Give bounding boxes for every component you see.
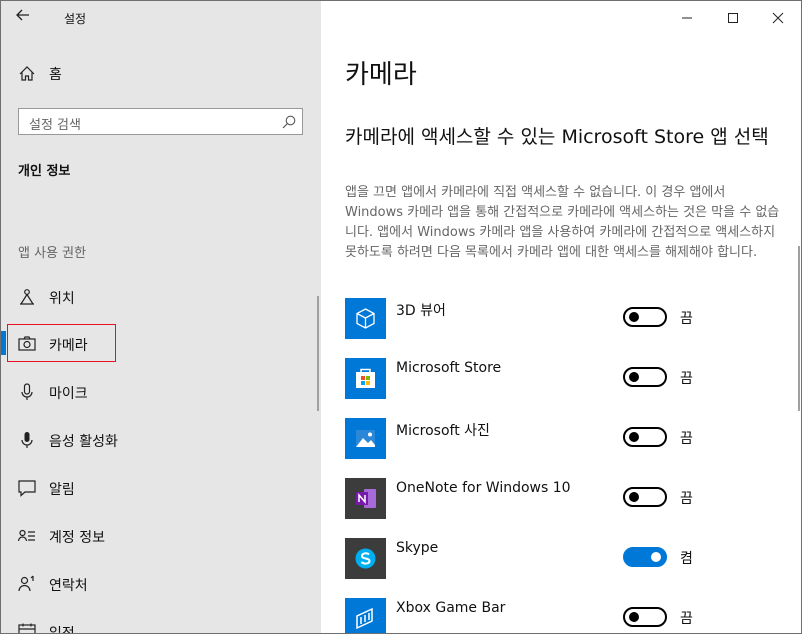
app-row-3d-viewer: 3D 뷰어 끔 (345, 298, 785, 340)
voice-activation-icon (21, 432, 33, 448)
location-icon (20, 289, 34, 305)
sidebar-item-home[interactable]: 홈 (1, 54, 321, 94)
toggle-knob (629, 612, 639, 622)
search-input[interactable]: 설정 검색 (18, 108, 303, 135)
sidebar-item-voice-activation[interactable]: 음성 활성화 (1, 420, 321, 460)
skype-icon (345, 538, 386, 579)
maximize-icon (728, 13, 738, 23)
app-name: Xbox Game Bar (396, 600, 506, 616)
search-placeholder: 설정 검색 (29, 118, 81, 133)
toggle-state-label: 끔 (680, 491, 693, 507)
toggle-knob (629, 312, 639, 322)
app-row-onenote: OneNote for Windows 10 끔 (345, 478, 785, 520)
app-toggle[interactable] (623, 427, 667, 447)
main-content: 카메라 카메라에 액세스할 수 있는 Microsoft Store 앱 선택 … (321, 1, 801, 633)
app-name: Skype (396, 540, 439, 556)
app-name: OneNote for Windows 10 (396, 480, 571, 496)
sidebar-item-label: 위치 (49, 291, 75, 307)
toggle-state-label: 켬 (680, 551, 693, 567)
toggle-knob (629, 492, 639, 502)
app-toggle[interactable] (623, 307, 667, 327)
sidebar-item-contacts[interactable]: 연락처 (1, 564, 321, 604)
sidebar-item-label: 일정 (49, 626, 75, 634)
group-title: 개인 정보 (18, 164, 71, 179)
app-row-photos: Microsoft 사진 끔 (345, 418, 785, 460)
sidebar-item-label: 홈 (49, 67, 62, 83)
highlight-box (7, 324, 116, 362)
microphone-icon (21, 383, 33, 400)
3d-viewer-icon (345, 298, 386, 339)
photos-icon (345, 418, 386, 459)
section-title: 앱 사용 권한 (18, 246, 87, 261)
minimize-icon (682, 17, 692, 19)
toggle-knob (629, 432, 639, 442)
toggle-state-label: 끔 (680, 431, 693, 447)
description-text: 앱을 끄면 앱에서 카메라에 직접 액세스할 수 없습니다. 이 경우 앱에서 … (345, 185, 780, 260)
section-heading: 카메라에 액세스할 수 있는 Microsoft Store 앱 선택 (345, 126, 769, 148)
onenote-icon (345, 478, 386, 519)
sidebar-item-location[interactable]: 위치 (1, 277, 321, 317)
app-toggle[interactable] (623, 547, 667, 567)
sidebar: 설정 홈 설정 검색 개인 정보 앱 사용 권한 위치 카메라 마이크 음성 활… (1, 1, 321, 633)
contacts-icon (18, 575, 34, 592)
main-scrollbar[interactable] (798, 246, 800, 411)
app-name: Microsoft Store (396, 360, 502, 376)
sidebar-item-label: 알림 (49, 482, 75, 498)
back-arrow-icon (16, 9, 29, 21)
toggle-knob (629, 372, 639, 382)
app-row-xbox-game-bar: Xbox Game Bar 끔 (345, 598, 785, 633)
app-toggle[interactable] (623, 367, 667, 387)
sidebar-scrollbar[interactable] (317, 296, 319, 411)
app-title: 설정 (64, 12, 87, 26)
sidebar-item-label: 연락처 (49, 578, 88, 594)
settings-window: 설정 홈 설정 검색 개인 정보 앱 사용 권한 위치 카메라 마이크 음성 활… (0, 0, 802, 634)
toggle-state-label: 끔 (680, 311, 693, 327)
sidebar-item-label: 마이크 (49, 386, 88, 402)
minimize-button[interactable] (677, 9, 697, 27)
notification-icon (18, 480, 36, 497)
sidebar-item-microphone[interactable]: 마이크 (1, 372, 321, 412)
close-icon (772, 12, 784, 24)
calendar-icon (18, 623, 36, 633)
app-toggle[interactable] (623, 607, 667, 627)
sidebar-item-label: 음성 활성화 (49, 434, 118, 450)
sidebar-item-label: 계정 정보 (49, 530, 105, 546)
page-title: 카메라 (345, 60, 417, 90)
xbox-game-bar-icon (345, 598, 386, 633)
app-toggle[interactable] (623, 487, 667, 507)
toggle-knob (651, 552, 661, 562)
sidebar-item-account-info[interactable]: 계정 정보 (1, 516, 321, 556)
search-icon (282, 115, 296, 129)
app-name: Microsoft 사진 (396, 423, 490, 439)
sidebar-item-calendar[interactable]: 일정 (1, 612, 321, 634)
app-name: 3D 뷰어 (396, 303, 446, 319)
app-row-microsoft-store: Microsoft Store 끔 (345, 358, 785, 400)
home-icon (19, 66, 35, 81)
close-button[interactable] (768, 9, 788, 27)
sidebar-item-notifications[interactable]: 알림 (1, 468, 321, 508)
app-row-skype: Skype 켬 (345, 538, 785, 580)
maximize-button[interactable] (723, 9, 743, 27)
microsoft-store-icon (345, 358, 386, 399)
back-button[interactable] (15, 7, 39, 29)
account-info-icon (17, 529, 35, 542)
toggle-state-label: 끔 (680, 611, 693, 627)
toggle-state-label: 끔 (680, 371, 693, 387)
